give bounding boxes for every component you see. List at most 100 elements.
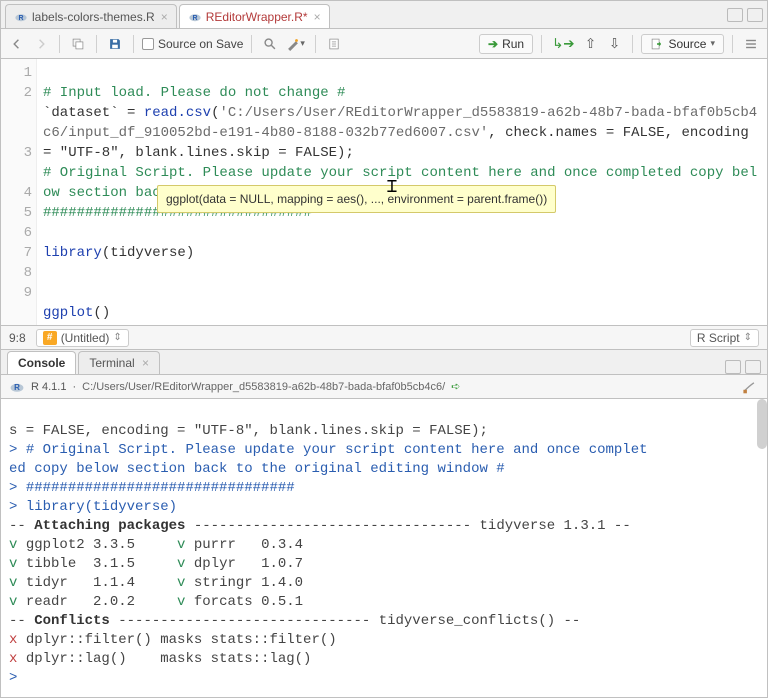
console-tidyverse-version: tidyverse 1.3.1 -- (471, 518, 631, 534)
scrollbar-thumb[interactable] (757, 399, 767, 449)
source-editor[interactable]: 1 2 3 ▾4 5 6 7 8 9 # Input load. Please … (1, 59, 767, 325)
console-pkg: readr 2.0.2 (26, 594, 135, 610)
svg-text:R: R (18, 14, 23, 21)
line-number: 8 (5, 263, 32, 283)
code-args: () (93, 305, 110, 321)
close-icon[interactable]: × (314, 10, 321, 24)
code-func: library (43, 245, 102, 261)
outline-button[interactable] (741, 34, 761, 54)
console-pkg: forcats 0.5.1 (194, 594, 303, 610)
editor-tab[interactable]: R REditorWrapper.R* × (179, 4, 330, 28)
line-number (5, 103, 32, 123)
text-caret-icon: Ꮖ (387, 178, 398, 198)
console-pkg: ggplot2 3.3.5 (26, 537, 135, 553)
line-number-gutter: 1 2 3 ▾4 5 6 7 8 9 (1, 59, 37, 325)
r-version: R 4.1.1 (31, 381, 66, 393)
back-button[interactable] (7, 34, 27, 54)
clear-console-button[interactable] (739, 377, 759, 397)
line-number (5, 163, 32, 183)
editor-status-bar: 9:8 # (Untitled) ⇕ R Script ⇕ (1, 325, 767, 349)
section-label: (Untitled) (61, 331, 110, 345)
console-attaching-header: Attaching packages (34, 518, 185, 534)
console-line: library(tidyverse) (26, 499, 177, 515)
close-icon[interactable]: × (142, 356, 149, 370)
console-line: ed copy below section back to the origin… (9, 461, 505, 477)
editor-toolbar: Source on Save ▾ ➔ Run ↳➔ ⇧ ⇩ Source ▾ (1, 29, 767, 59)
minimize-pane-button[interactable] (725, 360, 741, 374)
editor-tab-label: REditorWrapper.R* (206, 10, 308, 24)
console-output[interactable]: s = FALSE, encoding = "UTF-8", blank.lin… (1, 399, 767, 697)
console-conflicts-tail: tidyverse_conflicts() -- (370, 613, 580, 629)
source-label: Source (668, 37, 706, 51)
console-conflict: dplyr::lag() masks stats::lag() (26, 651, 312, 667)
maximize-pane-button[interactable] (745, 360, 761, 374)
chevron-down-icon: ▾ (710, 38, 715, 49)
cursor-position: 9:8 (9, 331, 26, 345)
console-tab[interactable]: Console (7, 351, 76, 374)
file-type-selector[interactable]: R Script ⇕ (690, 329, 759, 347)
console-pkg: purrr 0.3.4 (194, 537, 303, 553)
code-func: ggplot (43, 305, 93, 321)
minimize-pane-button[interactable] (727, 8, 743, 22)
terminal-tab-label: Terminal (89, 356, 134, 370)
console-info-bar: R R 4.1.1 · C:/Users/User/REditorWrapper… (1, 375, 767, 399)
line-number: 3 (5, 143, 32, 163)
line-number: 5 (5, 203, 32, 223)
go-up-button[interactable]: ⇧ (580, 34, 600, 54)
rerun-button[interactable]: ↳➔ (550, 34, 576, 54)
console-pkg: stringr 1.4.0 (194, 575, 303, 591)
save-button[interactable] (105, 34, 125, 54)
code-text[interactable]: # Input load. Please do not change # `da… (37, 59, 767, 325)
line-number-val: 4 (24, 185, 32, 201)
console-line: # Original Script. Please update your sc… (26, 442, 648, 458)
console-line: s = FALSE, encoding = "UTF-8", blank.lin… (9, 423, 488, 439)
go-to-dir-icon[interactable]: ➪ (451, 380, 460, 393)
source-on-save-label: Source on Save (158, 37, 243, 51)
r-file-icon: R (14, 10, 28, 24)
source-on-save-toggle[interactable]: Source on Save (142, 37, 243, 51)
updown-icon: ⇕ (113, 332, 121, 343)
checkbox-icon (142, 38, 154, 50)
code-comment: # Input load. Please do not change # (43, 85, 345, 101)
editor-tab[interactable]: R labels-colors-themes.R × (5, 4, 177, 28)
run-button[interactable]: ➔ Run (479, 34, 533, 54)
working-directory[interactable]: C:/Users/User/REditorWrapper_d5583819-a6… (82, 381, 445, 393)
forward-button[interactable] (31, 34, 51, 54)
console-prompt[interactable]: > (9, 670, 26, 686)
editor-tab-bar: R labels-colors-themes.R × R REditorWrap… (1, 1, 767, 29)
line-number: 1 (5, 63, 32, 83)
editor-tab-label: labels-colors-themes.R (32, 10, 155, 24)
editor-pane: 1 2 3 ▾4 5 6 7 8 9 # Input load. Please … (1, 59, 767, 349)
svg-text:R: R (192, 14, 197, 21)
console-conflict: dplyr::filter() masks stats::filter() (26, 632, 337, 648)
terminal-tab[interactable]: Terminal × (78, 351, 160, 374)
console-pkg: tibble 3.1.5 (26, 556, 135, 572)
svg-text:R: R (14, 383, 20, 392)
console-tab-bar: Console Terminal × (1, 349, 767, 375)
code-tools-button[interactable]: ▾ (284, 34, 307, 54)
updown-icon: ⇕ (744, 332, 752, 343)
line-number: 2 (5, 83, 32, 103)
console-line: ################################ (26, 480, 295, 496)
line-number: 6 (5, 223, 32, 243)
run-label: Run (502, 37, 524, 51)
line-number: 9 (5, 283, 32, 303)
console-pkg: dplyr 1.0.7 (194, 556, 303, 572)
close-icon[interactable]: × (161, 10, 168, 24)
compile-report-button[interactable] (324, 34, 344, 54)
line-number: ▾4 (5, 183, 32, 203)
console-pkg: tidyr 1.1.4 (26, 575, 135, 591)
go-down-button[interactable]: ⇩ (604, 34, 624, 54)
show-in-new-window-button[interactable] (68, 34, 88, 54)
code-op: = (119, 105, 144, 121)
run-arrow-icon: ➔ (488, 37, 498, 51)
console-tab-label: Console (18, 356, 65, 370)
source-script-icon (650, 37, 664, 51)
source-button[interactable]: Source ▾ (641, 34, 724, 54)
line-number (5, 123, 32, 143)
section-selector[interactable]: # (Untitled) ⇕ (36, 329, 129, 347)
code-args: (tidyverse) (102, 245, 194, 261)
maximize-pane-button[interactable] (747, 8, 763, 22)
code-ident: `dataset` (43, 105, 119, 121)
find-button[interactable] (260, 34, 280, 54)
